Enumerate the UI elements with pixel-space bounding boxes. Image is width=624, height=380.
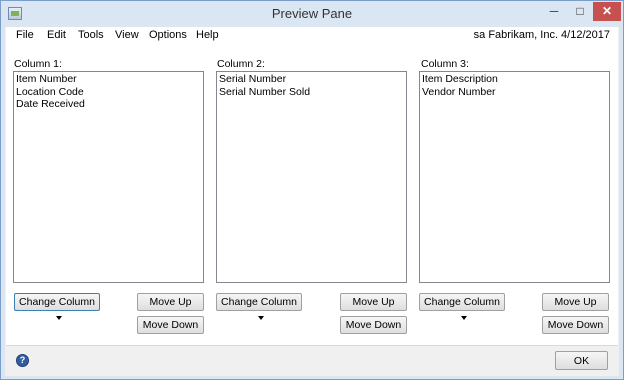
window-title: Preview Pane <box>271 6 353 21</box>
title-bar[interactable]: Preview Pane ─ □ ✕ <box>1 1 623 27</box>
column-1-move-up-button[interactable]: Move Up <box>137 293 204 311</box>
list-item[interactable]: Serial Number <box>219 73 404 86</box>
list-item[interactable]: Item Description <box>422 73 607 86</box>
column-2-label: Column 2: <box>217 58 265 70</box>
menu-bar: File Edit Tools View Options Help sa Fab… <box>6 27 618 45</box>
list-item[interactable]: Location Code <box>16 86 201 99</box>
session-status: sa Fabrikam, Inc. 4/12/2017 <box>473 29 610 41</box>
preview-pane-window: Preview Pane ─ □ ✕ File Edit Tools View … <box>0 0 624 380</box>
dialog-content: Column 1: Item Number Location Code Date… <box>6 45 618 376</box>
menu-file[interactable]: File <box>16 29 34 41</box>
column-2-change-column-button[interactable]: Change Column <box>216 293 302 321</box>
maximize-button[interactable]: □ <box>567 2 593 21</box>
menu-view[interactable]: View <box>115 29 139 41</box>
column-3-label: Column 3: <box>421 58 469 70</box>
column-3-move-down-button[interactable]: Move Down <box>542 316 609 334</box>
list-item[interactable]: Serial Number Sold <box>219 86 404 99</box>
column-1-change-column-button[interactable]: Change Column <box>14 293 100 321</box>
minimize-button[interactable]: ─ <box>541 2 567 21</box>
menu-options[interactable]: Options <box>149 29 187 41</box>
column-3-list[interactable]: Item Description Vendor Number <box>419 71 610 283</box>
list-item[interactable]: Vendor Number <box>422 86 607 99</box>
column-2-move-up-button[interactable]: Move Up <box>340 293 407 311</box>
column-3-change-column-button[interactable]: Change Column <box>419 293 505 321</box>
chevron-down-icon <box>56 316 62 321</box>
list-item[interactable]: Item Number <box>16 73 201 86</box>
menu-edit[interactable]: Edit <box>47 29 66 41</box>
help-icon[interactable]: ? <box>16 354 29 367</box>
chevron-down-icon <box>461 316 467 321</box>
dialog-footer: ? OK <box>6 345 618 376</box>
column-1-label: Column 1: <box>14 58 62 70</box>
close-button[interactable]: ✕ <box>593 2 621 21</box>
list-item[interactable]: Date Received <box>16 98 201 111</box>
column-2-list[interactable]: Serial Number Serial Number Sold <box>216 71 407 283</box>
column-3-move-up-button[interactable]: Move Up <box>542 293 609 311</box>
ok-button[interactable]: OK <box>555 351 608 370</box>
column-1-move-down-button[interactable]: Move Down <box>137 316 204 334</box>
menu-help[interactable]: Help <box>196 29 219 41</box>
chevron-down-icon <box>258 316 264 321</box>
column-2-move-down-button[interactable]: Move Down <box>340 316 407 334</box>
menu-tools[interactable]: Tools <box>78 29 104 41</box>
column-1-list[interactable]: Item Number Location Code Date Received <box>13 71 204 283</box>
